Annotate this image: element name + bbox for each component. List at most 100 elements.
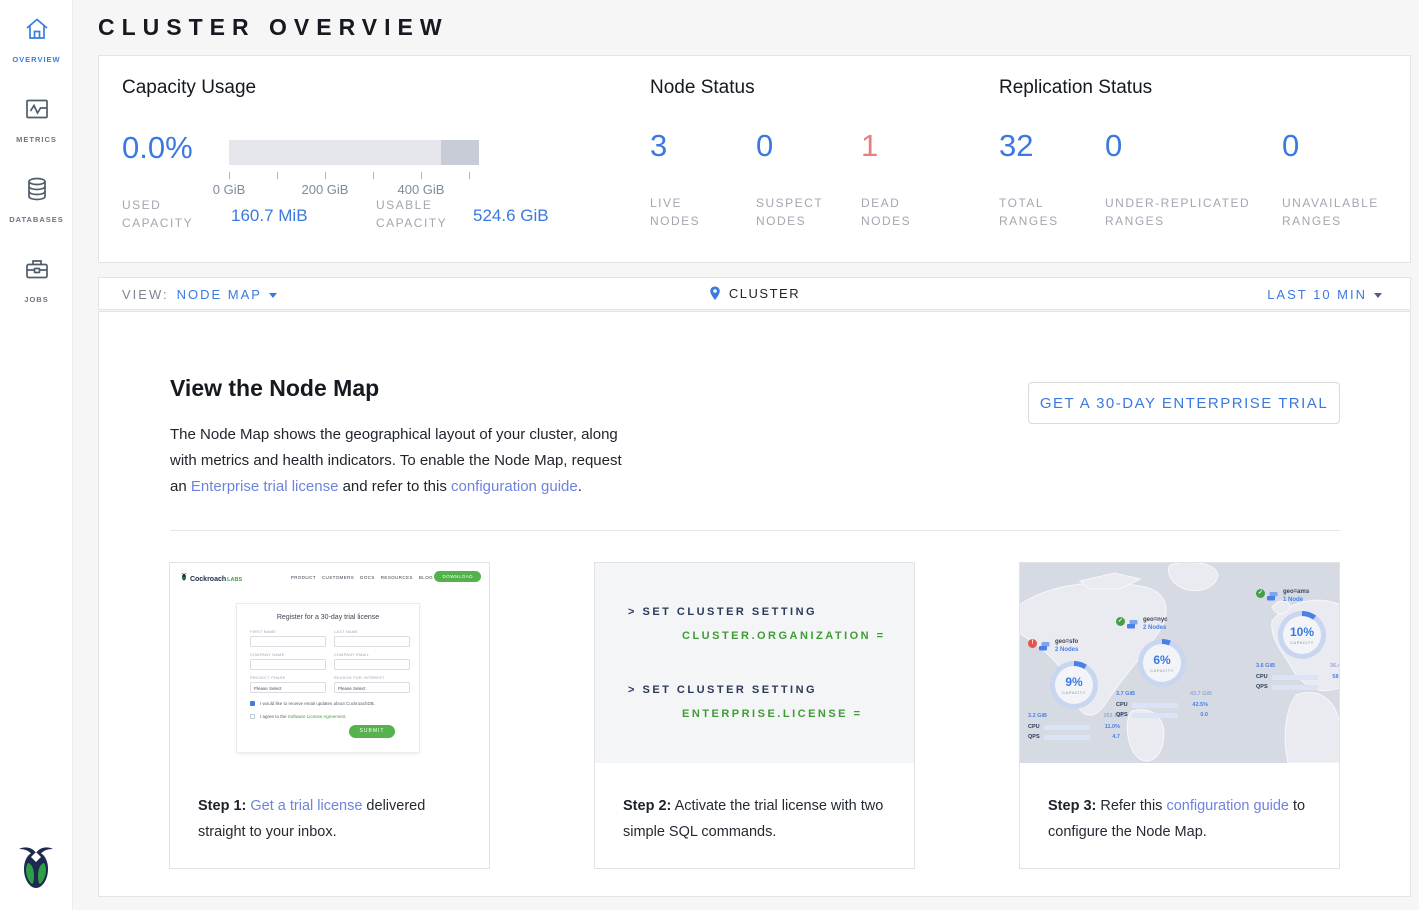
sql-line: CLUSTER.ORGANIZATION =	[682, 630, 886, 642]
sidebar-item-overview[interactable]: OVERVIEW	[0, 15, 73, 67]
cpu-bar	[1044, 725, 1090, 730]
healthy-badge-icon: ✓	[1256, 589, 1265, 598]
nav-item: BLOG	[419, 575, 433, 580]
field-label: PROJECT PHASE	[250, 676, 285, 680]
qps-label: QPS	[1028, 734, 1040, 740]
enterprise-trial-license-link[interactable]: Enterprise trial license	[191, 478, 339, 495]
cpu-value: 11.0%	[1105, 724, 1120, 730]
nav-item: CUSTOMERS	[322, 575, 354, 580]
live-nodes-label: LIVE NODES	[650, 194, 730, 230]
metrics-chart-icon	[23, 95, 51, 123]
caption-text: Refer this	[1096, 798, 1166, 814]
qps-bar	[1044, 735, 1090, 740]
configuration-guide-link[interactable]: configuration guide	[1166, 798, 1289, 814]
registration-form: Register for a 30-day trial license FIRS…	[236, 603, 420, 753]
field-label: LAST NAME	[334, 630, 358, 634]
qps-value: 4.7	[1112, 734, 1120, 740]
qps-label: QPS	[1116, 712, 1128, 718]
sidebar-item-databases[interactable]: DATABASES	[0, 175, 73, 227]
sidebar-item-label: JOBS	[24, 295, 48, 304]
divider	[170, 530, 1340, 531]
home-icon	[23, 15, 51, 43]
unavailable-ranges-label: UNAVAILABLE RANGES	[1282, 194, 1402, 230]
capacity-used: 3.6 GiB	[1256, 663, 1275, 669]
configuration-guide-link[interactable]: configuration guide	[451, 478, 578, 495]
suspect-nodes-count: 0	[756, 128, 773, 164]
cluster-summary-panel: Capacity Usage 0.0% 0 GiB 200 GiB 400 Gi…	[98, 55, 1411, 263]
time-range-value: LAST 10 MIN	[1267, 287, 1367, 302]
qps-row: QPS 6.4	[1256, 684, 1339, 692]
submit-button-thumb: SUBMIT	[349, 725, 395, 738]
step-caption: Step 1: Get a trial license delivered st…	[198, 793, 468, 845]
sidebar-item-label: DATABASES	[9, 215, 64, 224]
cpu-label: CPU	[1028, 724, 1040, 730]
step-caption: Step 3: Refer this configuration guide t…	[1048, 793, 1318, 845]
form-title: Register for a 30-day trial license	[237, 614, 419, 621]
step-1-card: CockroachLABS PRODUCTCUSTOMERSDOCSRESOUR…	[169, 562, 490, 869]
capacity-percent: 10%	[1290, 625, 1314, 639]
get-trial-license-link[interactable]: Get a trial license	[250, 798, 362, 814]
capacity-gauge: 9% CAPACITY	[1050, 661, 1098, 709]
qps-label: QPS	[1256, 684, 1268, 690]
sidebar-item-label: OVERVIEW	[12, 55, 60, 64]
cpu-value: 42.5%	[1192, 702, 1208, 708]
field-input	[250, 659, 326, 670]
section-description: The Node Map shows the geographical layo…	[170, 422, 635, 500]
checkbox-label: I would like to receive email updates ab…	[260, 701, 375, 706]
capacity-percent: 6%	[1153, 653, 1170, 667]
enterprise-trial-button[interactable]: GET A 30-DAY ENTERPRISE TRIAL	[1028, 382, 1340, 424]
locality-name: geo=sfo	[1055, 639, 1078, 645]
brand-name: Cockroach	[190, 576, 226, 583]
sidebar-item-jobs[interactable]: JOBS	[0, 255, 73, 307]
checkbox-text: I agree to the	[260, 714, 288, 719]
qps-bar	[1272, 685, 1318, 690]
nodes-icon	[1127, 620, 1138, 631]
section-heading: View the Node Map	[170, 375, 379, 402]
total-ranges-label: TOTAL RANGES	[999, 194, 1079, 230]
cpu-bar	[1272, 675, 1318, 680]
capacity-usage-title: Capacity Usage	[122, 77, 256, 99]
site-nav: PRODUCTCUSTOMERSDOCSRESOURCESBLOG	[285, 575, 433, 580]
dead-nodes-label: DEAD NODES	[861, 194, 941, 230]
database-icon	[23, 175, 51, 203]
field-select: Please Select	[334, 682, 410, 693]
checkbox-checked	[250, 701, 255, 706]
field-label: REASON FOR INTEREST	[334, 676, 385, 680]
nodes-icon	[1267, 592, 1278, 603]
field-label: COMPANY EMAIL	[334, 653, 369, 657]
warning-badge-icon: !	[1028, 639, 1037, 648]
cpu-value: 58.3%	[1332, 674, 1339, 680]
capacity-percent: 9%	[1065, 675, 1082, 689]
axis-tick-label: 0 GiB	[213, 182, 246, 197]
step-2-card: > SET CLUSTER SETTING CLUSTER.ORGANIZATI…	[594, 562, 915, 869]
time-range-selector[interactable]: LAST 10 MIN	[1267, 287, 1382, 302]
capacity-used: 3.7 GiB	[1116, 691, 1135, 697]
sidebar-item-metrics[interactable]: METRICS	[0, 95, 73, 147]
brand-suffix: LABS	[227, 577, 242, 583]
healthy-badge-icon: ✓	[1116, 617, 1125, 626]
under-replicated-ranges-count: 0	[1105, 128, 1122, 164]
capacity-gauge: 10% CAPACITY	[1278, 611, 1326, 659]
cpu-label: CPU	[1256, 674, 1268, 680]
cpu-row: CPU 58.3%	[1256, 674, 1339, 682]
locality-node-count: 2 Nodes	[1143, 625, 1166, 631]
node-map-screenshot: ! geo=sfo 2 Nodes 9% CAPACITY 3.2 GiB 35…	[1020, 563, 1339, 763]
usable-capacity-label: USABLE CAPACITY	[376, 196, 471, 232]
qps-row: QPS 0.0	[1116, 712, 1216, 720]
total-ranges-count: 32	[999, 128, 1033, 164]
locality-node-count: 2 Nodes	[1055, 647, 1078, 653]
cpu-label: CPU	[1116, 702, 1128, 708]
capacity-caption: CAPACITY	[1290, 640, 1314, 645]
field-label: FIRST NAME	[250, 630, 276, 634]
step-number: Step 1:	[198, 798, 246, 814]
under-replicated-ranges-label: UNDER-REPLICATED RANGES	[1105, 194, 1265, 230]
cockroachdb-logo	[13, 843, 59, 899]
capacity-bar-chart: 0 GiB 200 GiB 400 GiB	[229, 140, 479, 200]
sidebar-item-label: METRICS	[16, 135, 57, 144]
sidebar: OVERVIEW METRICS DATABASES JOBS	[0, 0, 73, 910]
nav-item: DOCS	[360, 575, 375, 580]
cpu-row: CPU 11.0%	[1028, 724, 1128, 732]
field-input	[334, 659, 410, 670]
suspect-nodes-label: SUSPECT NODES	[756, 194, 836, 230]
dead-nodes-count: 1	[861, 128, 878, 164]
